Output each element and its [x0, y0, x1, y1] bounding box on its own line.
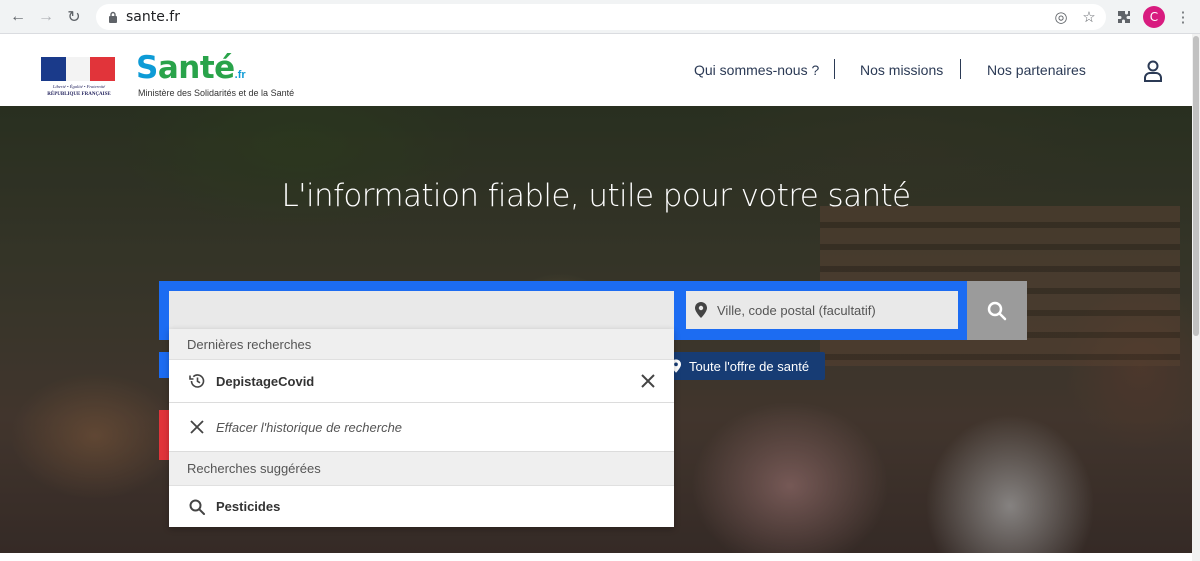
star-icon[interactable]: ☆	[1080, 8, 1098, 26]
suggested-searches-label: Recherches suggérées	[187, 461, 321, 476]
extensions-icon[interactable]	[1115, 8, 1133, 26]
search-icon	[987, 301, 1007, 320]
search-icon	[189, 499, 205, 515]
close-icon	[190, 420, 204, 434]
suggested-search-text: Pesticides	[216, 499, 281, 514]
location-pin-icon	[695, 302, 707, 318]
clear-history-item[interactable]: Effacer l'historique de recherche	[169, 403, 674, 452]
french-flag-icon	[41, 57, 116, 81]
search-input[interactable]	[169, 291, 674, 329]
nav-link-about[interactable]: Qui sommes-nous ?	[694, 62, 819, 78]
location-input[interactable]: Ville, code postal (facultatif)	[686, 291, 958, 329]
user-account-icon[interactable]	[1143, 60, 1163, 82]
lock-icon	[109, 11, 117, 23]
location-placeholder: Ville, code postal (facultatif)	[717, 303, 876, 318]
scrollbar-thumb[interactable]	[1193, 36, 1199, 336]
back-arrow-icon[interactable]: ←	[8, 7, 28, 27]
recent-search-item[interactable]: DepistageCovid	[169, 360, 674, 403]
brand-subtitle: Ministère des Solidarités et de la Santé	[138, 88, 295, 98]
nav-link-partners[interactable]: Nos partenaires	[987, 62, 1086, 78]
republic-motto: Liberté • Égalité • Fraternité	[52, 84, 106, 89]
sante-fr-logo[interactable]: Santé.fr	[136, 50, 246, 86]
profile-avatar[interactable]: C	[1143, 6, 1165, 28]
search-suggestions-dropdown: Dernières recherches DepistageCovid Effa…	[169, 329, 674, 527]
recent-searches-label: Dernières recherches	[187, 337, 312, 352]
address-bar[interactable]: sante.fr	[96, 4, 1106, 30]
clear-history-text: Effacer l'historique de recherche	[216, 420, 403, 435]
history-icon	[189, 374, 205, 388]
menu-dots-icon[interactable]: ⋮	[1174, 8, 1192, 26]
nav-divider	[834, 59, 835, 79]
location-target-icon[interactable]: ◎	[1052, 8, 1070, 26]
reload-icon[interactable]: ↻	[64, 7, 84, 27]
page-scrollbar[interactable]	[1192, 34, 1200, 561]
offer-pill-button[interactable]: Toute l'offre de santé	[665, 352, 825, 380]
close-icon[interactable]	[639, 372, 657, 390]
recent-search-text: DepistageCovid	[216, 374, 315, 389]
republic-name: RÉPUBLIQUE FRANÇAISE	[47, 92, 111, 97]
forward-arrow-icon[interactable]: →	[36, 7, 56, 27]
brand-initial: S	[136, 50, 158, 86]
republique-francaise-logo[interactable]: Liberté • Égalité • Fraternité RÉPUBLIQU…	[40, 57, 118, 101]
recent-searches-header: Dernières recherches	[169, 329, 674, 360]
hero-title: L'information fiable, utile pour votre s…	[281, 178, 911, 214]
suggested-searches-header: Recherches suggérées	[169, 452, 674, 486]
suggested-search-item[interactable]: Pesticides	[169, 486, 674, 527]
browser-toolbar: ← → ↻ sante.fr ◎ ☆ C ⋮	[0, 0, 1200, 34]
nav-link-missions[interactable]: Nos missions	[860, 62, 943, 78]
brand-tld: .fr	[234, 69, 246, 81]
offer-pill-label: Toute l'offre de santé	[689, 358, 810, 374]
url-text: sante.fr	[126, 9, 180, 25]
search-button[interactable]	[967, 281, 1027, 340]
nav-divider	[960, 59, 961, 79]
brand-word: anté	[157, 50, 235, 86]
